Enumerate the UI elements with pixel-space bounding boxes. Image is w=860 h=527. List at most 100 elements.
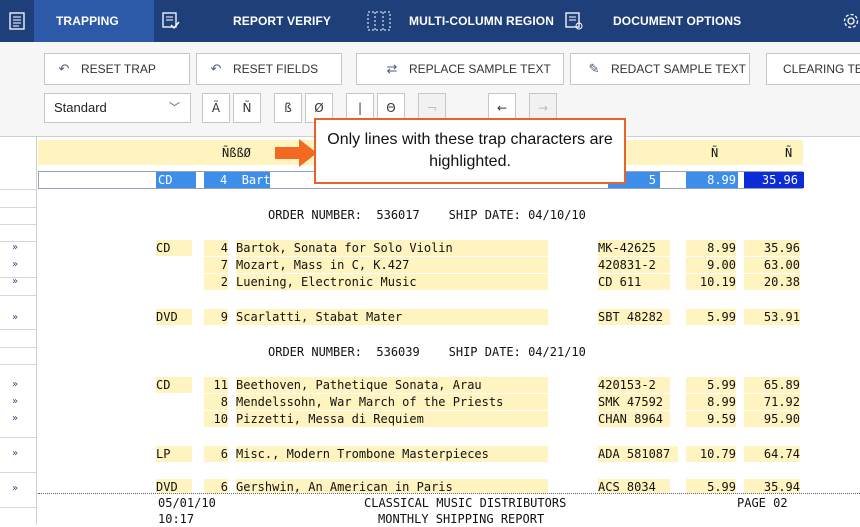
item-type: CD xyxy=(156,240,192,256)
item-title: Pizzetti, Messa di Requiem xyxy=(236,411,548,427)
tab-multi-column-region[interactable]: MULTI-COLUMN REGION xyxy=(409,0,554,42)
gutter-marker[interactable]: » xyxy=(12,448,18,459)
item-catalog: 420153-2 xyxy=(598,377,670,393)
gutter-marker[interactable]: » xyxy=(12,276,18,287)
reset-trap-button[interactable]: ↶ RESET TRAP xyxy=(44,53,190,85)
verify-list-icon[interactable] xyxy=(154,0,188,42)
tab-trapping[interactable]: TRAPPING xyxy=(56,0,119,42)
item-title: Misc., Modern Trombone Masterpieces xyxy=(236,446,548,462)
item-title: Scarlatti, Stabat Mater xyxy=(236,309,548,325)
item-catalog: 420831-2 xyxy=(598,257,670,273)
item-total: 53.91 xyxy=(744,309,800,325)
reset-fields-label: RESET FIELDS xyxy=(233,62,319,76)
tab-document-options[interactable]: DOCUMENT OPTIONS xyxy=(613,0,741,42)
item-qty: 9 xyxy=(204,309,228,325)
redact-icon: ✎ xyxy=(588,61,600,76)
trap-mode-select[interactable]: Standard ﹀ xyxy=(44,93,191,123)
gutter-line xyxy=(0,364,36,365)
item-title: Mendelssohn, War March of the Priests xyxy=(236,394,548,410)
item-title: Luening, Electronic Music xyxy=(236,274,548,290)
columns-icon[interactable] xyxy=(362,0,396,42)
item-total: 95.90 xyxy=(744,411,800,427)
gutter-marker[interactable]: » xyxy=(12,379,18,390)
item-total: 63.00 xyxy=(744,257,800,273)
field-qty-title[interactable]: 4 Bartok, S xyxy=(204,172,307,188)
order-header: ORDER NUMBER: 536039 SHIP DATE: 04/21/10 xyxy=(268,345,586,359)
gear-icon[interactable] xyxy=(834,0,860,42)
item-type: LP xyxy=(156,446,192,462)
item-title: Gershwin, An American in Paris xyxy=(236,479,548,493)
trap-column-marker: Ñ xyxy=(785,146,793,160)
item-title: Mozart, Mass in C, K.427 xyxy=(236,257,548,273)
page-break-divider xyxy=(38,493,860,494)
clearing-template-button[interactable]: CLEARING TEM xyxy=(766,53,860,85)
char-button-n-tilde[interactable]: Ñ xyxy=(233,93,261,123)
document-options-icon[interactable] xyxy=(557,0,591,42)
item-price: 8.99 xyxy=(686,240,736,256)
item-type: DVD xyxy=(156,309,192,325)
item-catalog: ADA 581087 xyxy=(598,446,678,462)
callout-arrow-icon xyxy=(275,139,317,167)
item-price: 8.99 xyxy=(686,394,736,410)
item-price: 5.99 xyxy=(686,479,736,493)
item-catalog: MK-42625 xyxy=(598,240,670,256)
item-catalog: ACS 8034 xyxy=(598,479,670,493)
item-price: 10.19 xyxy=(686,274,736,290)
reset-trap-label: RESET TRAP xyxy=(81,62,156,76)
item-price: 9.00 xyxy=(686,257,736,273)
gutter-marker[interactable]: » xyxy=(12,242,18,253)
item-type: CD xyxy=(156,377,192,393)
item-title: Bartok, Sonata for Solo Violin xyxy=(236,240,548,256)
item-total: 35.96 xyxy=(744,240,800,256)
item-total: 64.74 xyxy=(744,446,800,462)
gutter-marker[interactable]: » xyxy=(12,483,18,494)
gutter-marker[interactable]: » xyxy=(12,259,18,270)
reset-fields-button[interactable]: ↶ RESET FIELDS xyxy=(196,53,342,85)
item-catalog: SMK 47592 xyxy=(598,394,670,410)
reset-trap-icon: ↶ xyxy=(58,61,70,76)
trap-characters: ÑßßØ xyxy=(222,146,251,160)
report-page-number: PAGE 02 xyxy=(737,496,788,510)
field-qty: 4 xyxy=(220,173,228,187)
order-header: ORDER NUMBER: 536017 SHIP DATE: 04/10/10 xyxy=(268,208,586,222)
gutter-line xyxy=(0,347,36,348)
field-price[interactable]: 8.99 xyxy=(686,172,738,188)
item-price: 5.99 xyxy=(686,377,736,393)
callout-tooltip: Only lines with these trap characters ar… xyxy=(314,118,626,184)
item-qty: 4 xyxy=(204,240,228,256)
gutter-marker[interactable]: » xyxy=(12,312,18,323)
item-total: 65.89 xyxy=(744,377,800,393)
gutter-line xyxy=(0,472,36,473)
gutter-marker[interactable]: » xyxy=(12,413,18,424)
item-total: 20.38 xyxy=(744,274,800,290)
gutter-line xyxy=(0,329,36,330)
gutter-line xyxy=(0,437,36,438)
item-qty: 11 xyxy=(204,377,228,393)
item-total: 71.92 xyxy=(744,394,800,410)
replace-sample-text-button[interactable]: ⇄ REPLACE SAMPLE TEXT xyxy=(356,53,564,85)
redact-sample-text-button[interactable]: ✎ REDACT SAMPLE TEXT xyxy=(570,53,750,85)
clearing-template-label: CLEARING TEM xyxy=(783,62,860,76)
item-type: DVD xyxy=(156,479,192,493)
gutter-marker[interactable]: » xyxy=(12,396,18,407)
tab-report-verify[interactable]: REPORT VERIFY xyxy=(233,0,331,42)
gutter-line xyxy=(0,295,36,296)
char-button-a-tilde[interactable]: Ã xyxy=(202,93,230,123)
reset-fields-icon: ↶ xyxy=(210,61,222,76)
item-price: 5.99 xyxy=(686,309,736,325)
field-total[interactable]: 35.96 xyxy=(744,172,804,188)
report-company: CLASSICAL MUSIC DISTRIBUTORS xyxy=(364,496,567,510)
redact-sample-text-label: REDACT SAMPLE TEXT xyxy=(611,62,746,76)
item-qty: 10 xyxy=(204,411,228,427)
item-catalog: SBT 48282 xyxy=(598,309,670,325)
item-qty: 8 xyxy=(204,394,228,410)
char-button-sharp-s[interactable]: ß xyxy=(274,93,302,123)
gutter-line xyxy=(0,207,36,208)
field-title: Bartok, S xyxy=(241,173,307,187)
item-total: 35.94 xyxy=(744,479,800,493)
item-title: Beethoven, Pathetique Sonata, Arau xyxy=(236,377,548,393)
gutter-line xyxy=(0,507,36,508)
field-type[interactable]: CD xyxy=(156,172,196,188)
item-price: 9.59 xyxy=(686,411,736,427)
document-list-icon[interactable] xyxy=(0,0,34,42)
